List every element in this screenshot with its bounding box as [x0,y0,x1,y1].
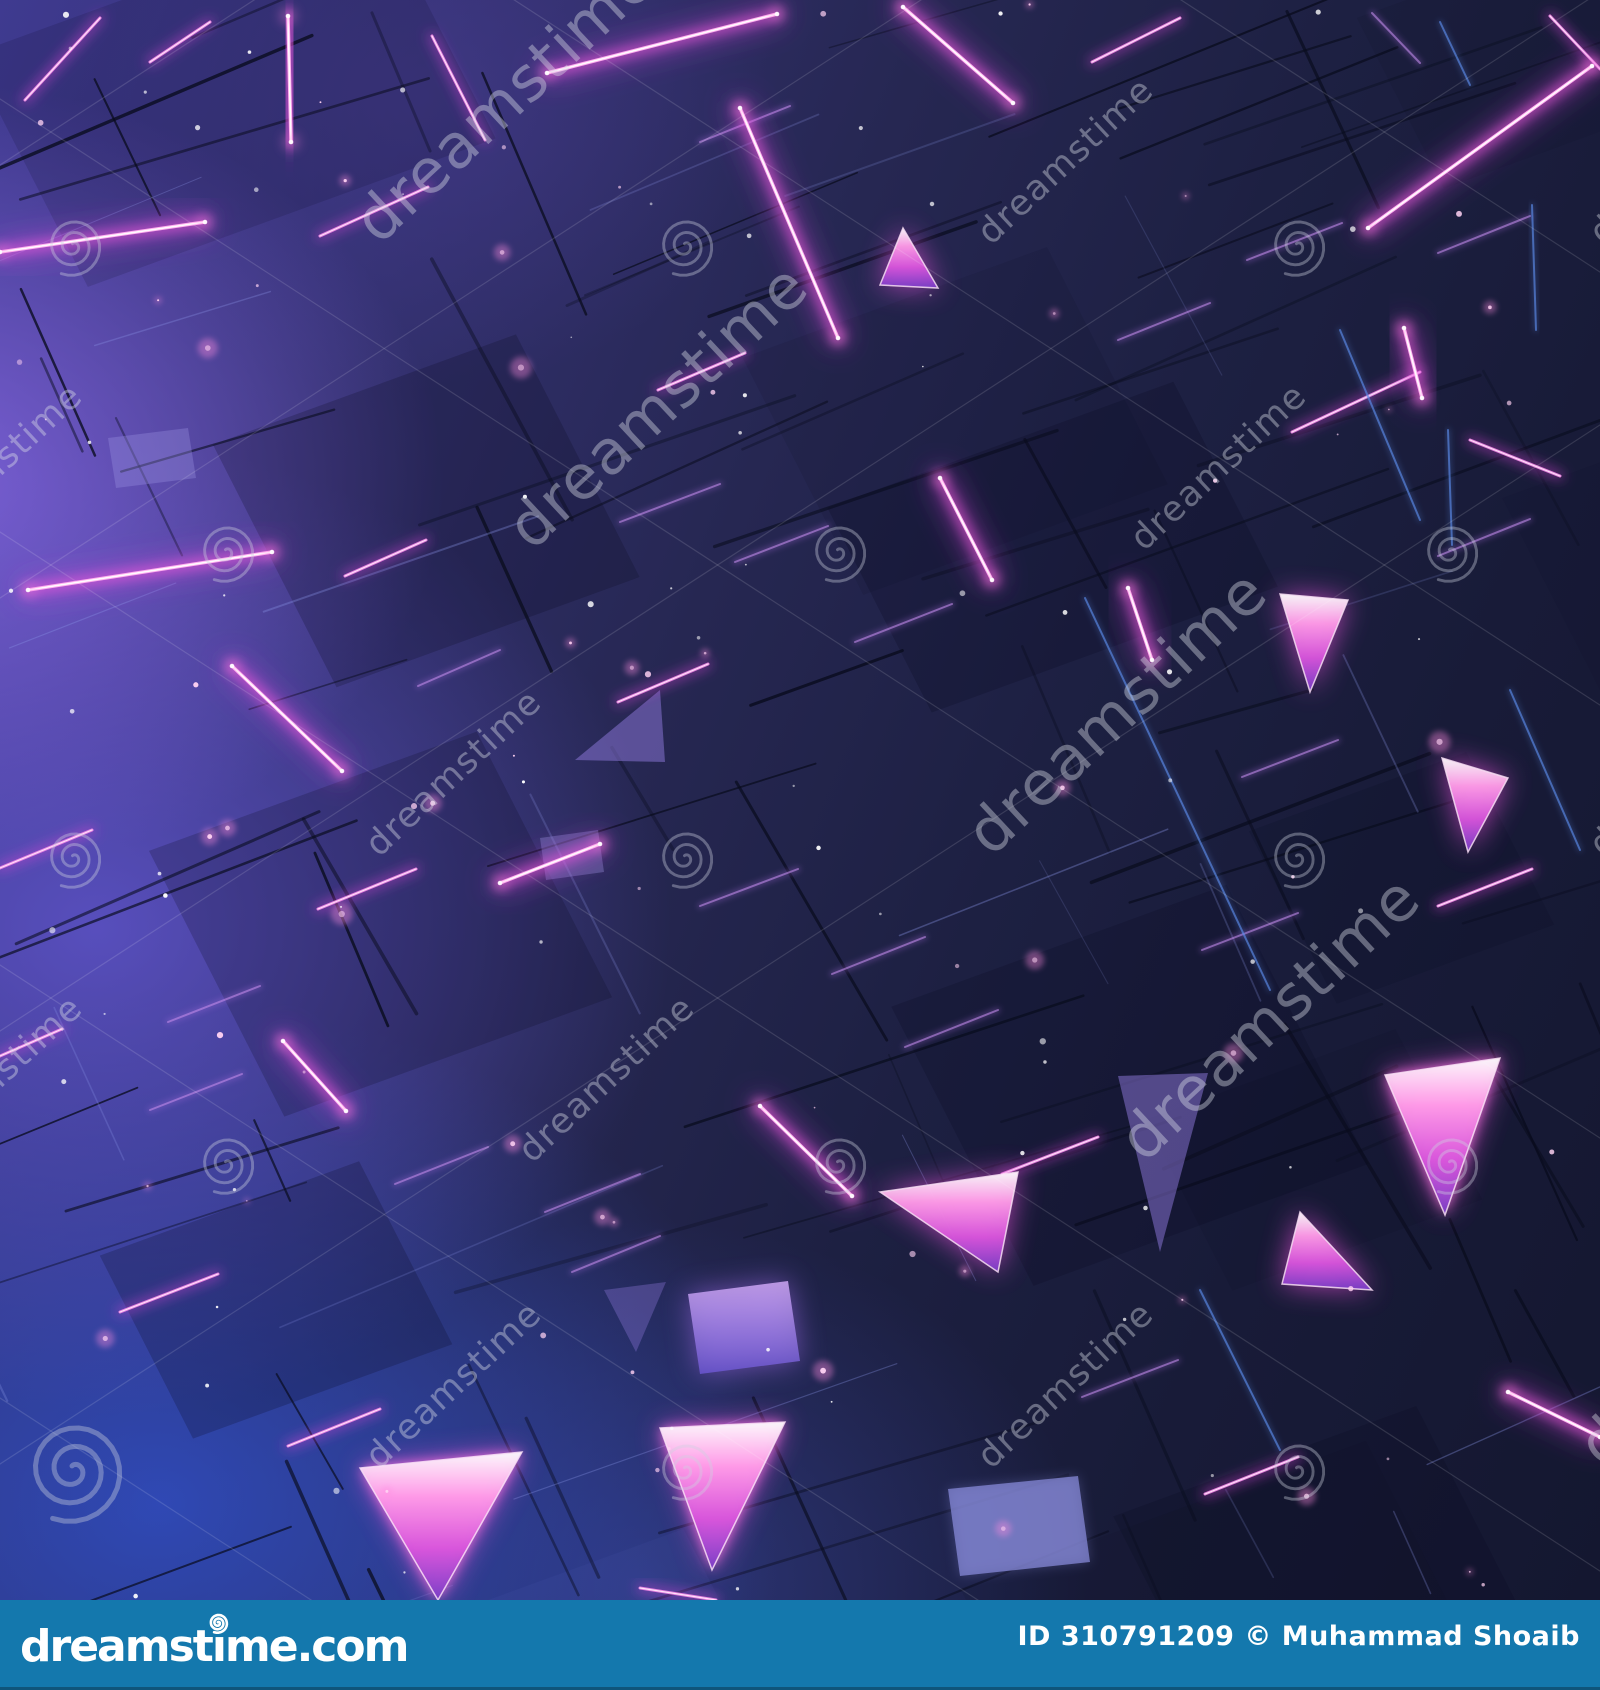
logo-text-pre: dreamst [20,1621,214,1672]
svg-text:dreamstime: dreamstime [1565,1168,1600,1481]
image-id-credit-text: ID 310791209 © Muhammad Shoaib [1017,1620,1580,1652]
dreamstime-spiral-icon [209,1613,229,1634]
neon-artwork-canvas: dreamstime dreamstime dreamstime dreamstime… [0,0,1600,1600]
svg-text:dreamstime: dreamstime [1582,682,1600,865]
artwork-area: dreamstime dreamstime dreamstime dreamstime… [0,0,1600,1600]
stock-image-preview: dreamstime dreamstime dreamstime dreamstime… [0,0,1600,1690]
svg-text:dreamstime: dreamstime [970,1294,1162,1477]
footer-bar: dreamst ıme.com ID 310791209 © Muhammad S… [0,1600,1600,1690]
svg-text:dreamstime: dreamstime [0,376,91,559]
dreamstime-logo: dreamst ıme.com [20,1613,409,1669]
logo-text-post: me.com [224,1621,410,1672]
svg-text:dreamstime: dreamstime [0,988,91,1171]
logo-letter-i: ı [209,1613,229,1669]
